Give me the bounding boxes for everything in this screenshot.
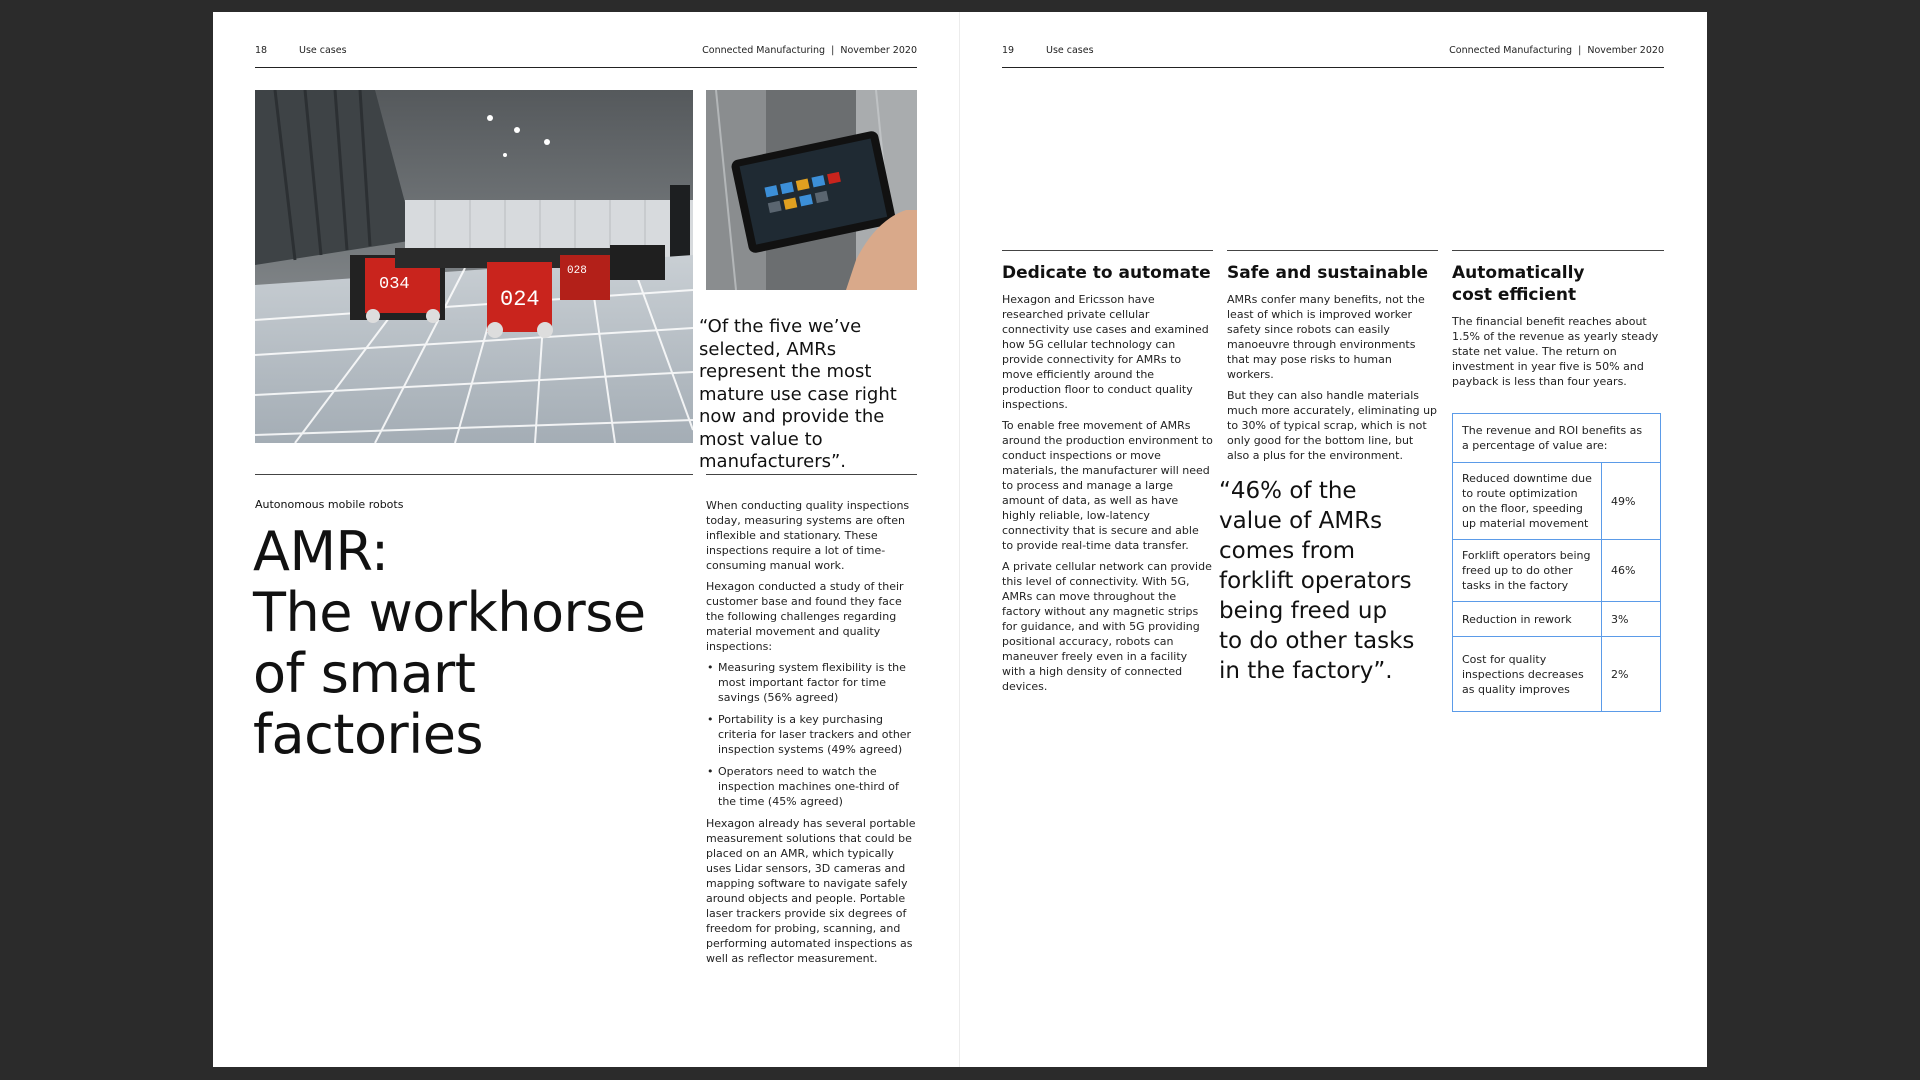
right-section-label: Use cases — [1046, 45, 1094, 56]
right-page-number: 19 — [1002, 45, 1015, 56]
document-spread: 18 Use cases Connected Manufacturing | N… — [213, 12, 1707, 1067]
tablet-photo — [706, 90, 917, 290]
table-cell-label: Reduced downtime due to route optimizati… — [1452, 462, 1602, 540]
title-line-2: The workhorse — [253, 581, 646, 644]
left-body-rule — [706, 474, 917, 475]
column-automatically-cost-efficient: Automatically cost efficient The financi… — [1452, 262, 1664, 389]
tablet-illustration — [706, 90, 917, 290]
col1-paragraph-3: A private cellular network can provide t… — [1002, 560, 1212, 693]
col2-paragraph-1: AMRs confer many benefits, not the least… — [1227, 293, 1425, 381]
column-safe-and-sustainable: Safe and sustainable AMRs confer many be… — [1227, 262, 1438, 463]
col1-heading: Dedicate to automate — [1002, 263, 1211, 283]
title-line-1: AMR: — [253, 520, 389, 583]
robot-label-2: 024 — [500, 287, 540, 312]
table-row: Reduction in rework 3% — [1452, 601, 1661, 637]
page-gutter — [959, 12, 960, 1067]
table-cell-value: 3% — [1601, 601, 1661, 637]
body-intro: When conducting quality inspections toda… — [706, 499, 910, 572]
table-cell-label: Cost for quality inspections decreases a… — [1452, 636, 1602, 712]
col3-paragraph-1: The financial benefit reaches about 1.5%… — [1452, 315, 1659, 388]
roi-benefits-table-wrap: The revenue and ROI benefits as a percen… — [1452, 413, 1661, 712]
body-study: Hexagon conducted a study of their custo… — [706, 580, 904, 653]
roi-benefits-table: The revenue and ROI benefits as a percen… — [1452, 413, 1661, 712]
col2-pull-quote: “46% of the value of AMRs comes from for… — [1219, 478, 1415, 684]
challenge-list: Measuring system flexibility is the most… — [706, 660, 917, 809]
column-dedicate-to-automate: Dedicate to automate Hexagon and Ericsso… — [1002, 262, 1213, 694]
body-outro: Hexagon already has several portable mea… — [706, 817, 916, 965]
warehouse-amr-photo: 034 024 028 — [255, 90, 693, 443]
table-cell-label: Reduction in rework — [1452, 601, 1602, 637]
col3-rule — [1452, 250, 1664, 251]
right-publication-label: Connected Manufacturing | November 2020 — [1449, 45, 1664, 56]
robot-label-1: 034 — [379, 275, 410, 294]
list-item: Portability is a key purchasing criteria… — [706, 712, 917, 757]
table-header-row: The revenue and ROI benefits as a percen… — [1452, 413, 1661, 463]
page-title: AMR: The workhorse of smart factories — [253, 521, 693, 765]
col2-heading: Safe and sustainable — [1227, 263, 1429, 283]
list-item: Operators need to watch the inspection m… — [706, 764, 917, 809]
kicker-label: Autonomous mobile robots — [255, 498, 404, 511]
table-cell-value: 2% — [1601, 636, 1661, 712]
table-row: Reduced downtime due to route optimizati… — [1452, 462, 1661, 540]
left-header-rule — [255, 67, 917, 68]
warehouse-amr-illustration: 034 024 028 — [255, 90, 693, 443]
col2-paragraph-2: But they can also handle materials much … — [1227, 389, 1438, 462]
right-header-rule — [1002, 67, 1664, 68]
left-page-number: 18 — [255, 45, 268, 56]
col1-rule — [1002, 250, 1213, 251]
left-title-rule — [255, 474, 693, 475]
table-row: Forklift operators being freed up to do … — [1452, 539, 1661, 602]
list-item: Measuring system flexibility is the most… — [706, 660, 917, 705]
table-header-cell: The revenue and ROI benefits as a percen… — [1452, 413, 1661, 463]
table-cell-value: 46% — [1601, 539, 1661, 602]
left-publication-label: Connected Manufacturing | November 2020 — [702, 45, 917, 56]
left-section-label: Use cases — [299, 45, 347, 56]
table-cell-value: 49% — [1601, 462, 1661, 540]
left-body-column: When conducting quality inspections toda… — [706, 498, 917, 966]
col1-paragraph-2: To enable free movement of AMRs around t… — [1002, 419, 1213, 552]
title-line-3: of smart factories — [253, 642, 484, 766]
left-pull-quote: “Of the five we’ve selected, AMRs repres… — [699, 316, 897, 472]
col3-heading: Automatically cost efficient — [1452, 263, 1585, 305]
table-cell-label: Forklift operators being freed up to do … — [1452, 539, 1602, 602]
table-row: Cost for quality inspections decreases a… — [1452, 636, 1661, 712]
col2-rule — [1227, 250, 1438, 251]
col1-paragraph-1: Hexagon and Ericsson have researched pri… — [1002, 293, 1209, 411]
robot-label-3: 028 — [567, 265, 587, 277]
